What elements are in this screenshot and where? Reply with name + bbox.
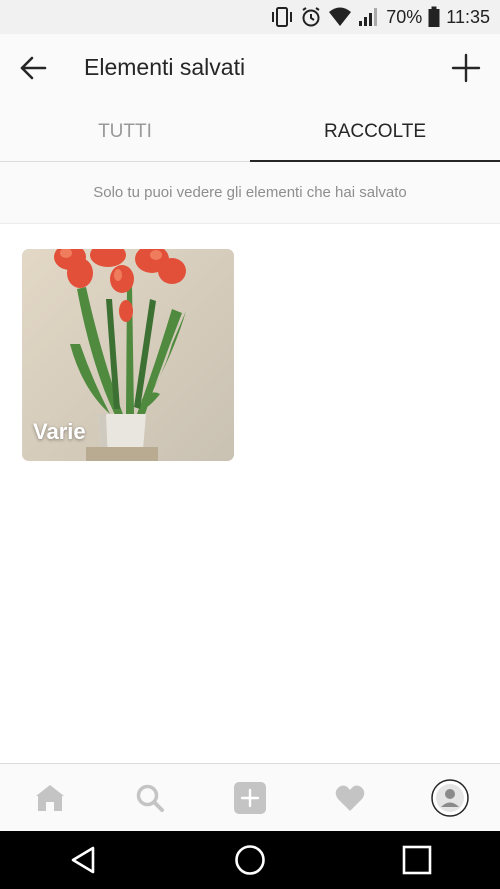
- tab-bar: TUTTI RACCOLTE: [0, 102, 500, 162]
- clock: 11:35: [446, 6, 490, 27]
- collection-tile[interactable]: Varie: [22, 249, 234, 461]
- add-collection-plus-icon[interactable]: [450, 52, 482, 84]
- heart-icon[interactable]: [320, 768, 380, 828]
- wifi-icon: [328, 7, 352, 27]
- vibrate-icon: [270, 6, 294, 28]
- battery-percent: 70%: [386, 6, 423, 27]
- battery-icon: [428, 6, 440, 28]
- signal-icon: [358, 7, 380, 27]
- tab-all[interactable]: TUTTI: [0, 102, 250, 161]
- search-icon[interactable]: [120, 768, 180, 828]
- add-post-icon[interactable]: [220, 768, 280, 828]
- alarm-icon: [300, 6, 322, 28]
- app-bar: Elementi salvati: [0, 34, 500, 102]
- home-circle-icon[interactable]: [220, 831, 280, 889]
- page-title: Elementi salvati: [84, 54, 246, 80]
- recents-square-icon[interactable]: [387, 831, 447, 889]
- home-icon[interactable]: [20, 768, 80, 828]
- collection-name: Varie: [33, 419, 86, 444]
- back-triangle-icon[interactable]: [53, 831, 113, 889]
- privacy-notice: Solo tu puoi vedere gli elementi che hai…: [0, 162, 500, 224]
- bottom-navigation: [0, 763, 500, 831]
- profile-avatar[interactable]: [420, 768, 480, 828]
- tab-collections[interactable]: RACCOLTE: [250, 102, 500, 162]
- status-bar: 70% 11:35: [0, 0, 500, 34]
- back-arrow-icon[interactable]: [18, 53, 48, 83]
- system-navigation-bar: [0, 831, 500, 889]
